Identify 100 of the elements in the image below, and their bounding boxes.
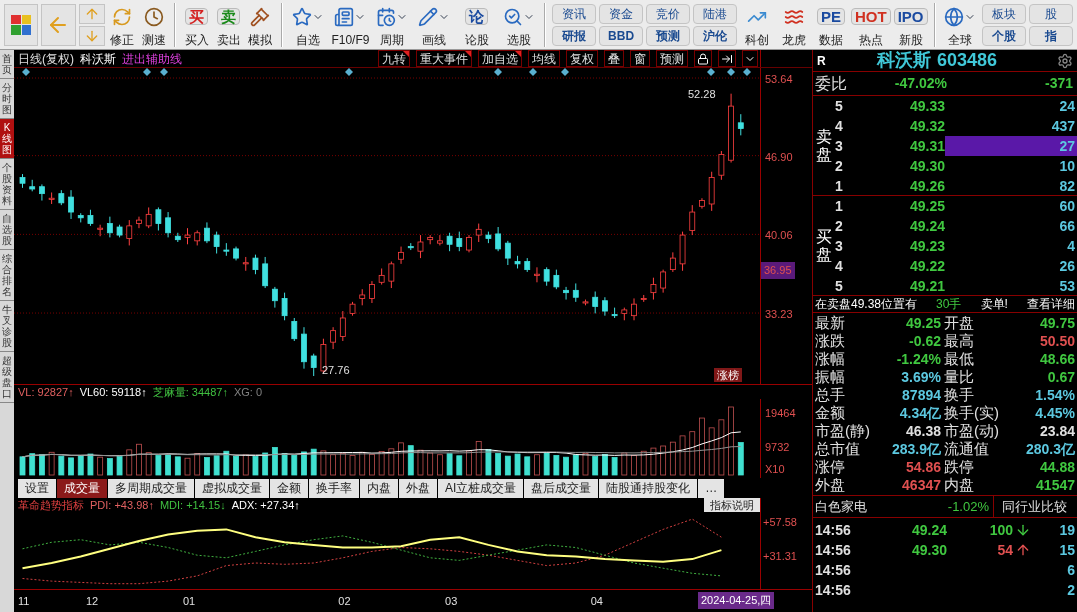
candlestick	[669, 251, 676, 273]
industry-change: -1.02%	[946, 497, 990, 516]
indicator-tab[interactable]: AI立桩成交量	[438, 478, 524, 498]
cursor-date: 2024-04-25,四	[698, 592, 775, 609]
chart-button[interactable]: 重大事件	[416, 50, 472, 67]
toolbar-button[interactable]: 画线	[414, 1, 454, 48]
toolbar-button[interactable]: 指	[1028, 25, 1073, 46]
candlestick	[369, 280, 375, 304]
toolbar-button[interactable]: 科创	[740, 1, 775, 48]
indicator-tab[interactable]: 陆股通持股变化	[599, 478, 698, 498]
candlestick	[718, 150, 725, 181]
stat-label: 金额	[815, 402, 845, 423]
date-axis-label: 11	[18, 594, 30, 609]
side-tab[interactable]: 个股资料	[0, 159, 14, 210]
toolbar-button[interactable]: 论 论股	[457, 1, 497, 48]
industry-name: 白色家电	[815, 497, 868, 516]
side-tab[interactable]: 自选股	[0, 210, 14, 250]
indicator-tab[interactable]: 金额	[270, 478, 308, 498]
indicator-tab[interactable]: 盘后成交量	[524, 478, 599, 498]
toolbar-button[interactable]: 选股	[499, 1, 539, 48]
toolbar-button[interactable]: 板块	[981, 3, 1026, 24]
toolbar-button[interactable]: 股	[1028, 3, 1073, 24]
candlestick	[281, 292, 288, 321]
indicator-tab[interactable]: 设置	[18, 478, 56, 498]
stock-name: 科沃斯	[80, 50, 116, 68]
indicator-tab[interactable]: 内盘	[360, 478, 398, 498]
compare-industry-button[interactable]: 同行业比较	[993, 496, 1075, 517]
lock-button[interactable]	[694, 50, 712, 67]
toolbar-button[interactable]: 资讯	[552, 3, 597, 24]
toolbar-button[interactable]: F10/F9	[330, 1, 370, 48]
up-button[interactable]	[78, 3, 105, 24]
toolbar-button[interactable]: 预测	[646, 25, 691, 46]
chart-button[interactable]: 加自选	[478, 50, 522, 67]
logo-button[interactable]	[4, 3, 39, 46]
toolbar-button[interactable]: 个股	[981, 25, 1026, 46]
back-button[interactable]	[41, 3, 76, 46]
chart-button[interactable]: 窗	[630, 50, 650, 67]
toolbar-button[interactable]: 龙虎	[777, 1, 811, 48]
chart-button[interactable]: 复权	[566, 50, 598, 67]
chart-button[interactable]: 均线	[528, 50, 560, 67]
toolbar-button[interactable]: 修正	[107, 1, 137, 48]
indicator-tab[interactable]: 虚拟成交量	[195, 478, 269, 498]
stat-label: 涨幅	[815, 348, 845, 369]
stat-value: 41547	[1035, 475, 1075, 495]
order-volume: 60	[1058, 196, 1076, 216]
candlestick	[446, 232, 453, 252]
stat-value: -1.24%	[895, 349, 941, 369]
document-icon	[334, 6, 355, 27]
toolbar-button[interactable]: 自选	[288, 1, 328, 48]
candlestick	[136, 216, 142, 229]
toolbar-button[interactable]: 资金	[599, 3, 644, 24]
toolbar-button[interactable]: 沪伦	[693, 25, 738, 46]
toolbar-button[interactable]: 研报	[552, 25, 597, 46]
side-tab[interactable]: K线图	[0, 119, 14, 159]
tick-price: 49.24	[910, 520, 947, 540]
settings-icon[interactable]	[1057, 52, 1073, 69]
toolbar-button[interactable]: BBD	[599, 25, 644, 46]
side-tab[interactable]: 综合排名	[0, 250, 14, 301]
tick-price: 49.30	[910, 540, 947, 560]
candlestick	[271, 286, 278, 309]
side-tab[interactable]: 首页	[0, 50, 14, 79]
down-button[interactable]	[78, 25, 105, 46]
indicator-tab[interactable]: 成交量	[57, 478, 107, 498]
order-level: 4	[835, 116, 844, 136]
toolbar-button[interactable]: 测速	[139, 1, 169, 48]
toolbar-button[interactable]: 模拟	[245, 1, 275, 48]
chart-button[interactable]: 预测	[656, 50, 688, 67]
chart-button[interactable]: 九转	[378, 50, 410, 67]
toolbar-button[interactable]: IPO 新股	[893, 1, 928, 48]
candlestick	[660, 269, 667, 294]
volume-axis-label: X10	[765, 462, 785, 477]
dropdown-button[interactable]	[742, 50, 758, 67]
toolbar-button[interactable]: 卖 卖出	[214, 1, 243, 48]
stat-value: -0.62	[908, 331, 941, 351]
toolbar-button[interactable]: 周期	[372, 1, 412, 48]
stat-value: 0.67	[1046, 367, 1075, 387]
candlestick	[495, 226, 502, 252]
side-tab[interactable]: 牛叉诊股	[0, 301, 14, 352]
indicator-tab[interactable]: 换手率	[309, 478, 359, 498]
sell-order-text: 卖单!	[980, 296, 1008, 313]
view-details-link[interactable]: 查看详细	[1026, 295, 1075, 313]
order-price: 49.26	[908, 176, 945, 196]
toolbar-button[interactable]: 陆港	[693, 3, 738, 24]
expand-button[interactable]	[718, 50, 736, 67]
stat-value: 1.54%	[1034, 385, 1075, 405]
volume-legend: 芝麻量: 34487↑	[152, 383, 228, 401]
toolbar-button[interactable]: HOT 热点	[850, 1, 891, 48]
toolbar-button[interactable]: PE 数据	[814, 1, 848, 48]
ranking-badge: 涨榜	[714, 368, 742, 382]
indicator-tab[interactable]: 外盘	[399, 478, 437, 498]
order-level: 1	[835, 176, 844, 196]
indicator-help-button[interactable]: 指标说明	[704, 498, 760, 512]
indicator-tab[interactable]: …	[698, 478, 725, 498]
indicator-tab[interactable]: 多周期成交量	[108, 478, 194, 498]
toolbar-button[interactable]: 全球	[941, 1, 979, 48]
toolbar-button[interactable]: 竞价	[646, 3, 691, 24]
chart-button[interactable]: 叠	[604, 50, 624, 67]
current-price-tag: 36.95	[761, 262, 795, 279]
tick-volume: 100	[989, 520, 1013, 540]
toolbar-button[interactable]: 买 买入	[182, 1, 212, 48]
